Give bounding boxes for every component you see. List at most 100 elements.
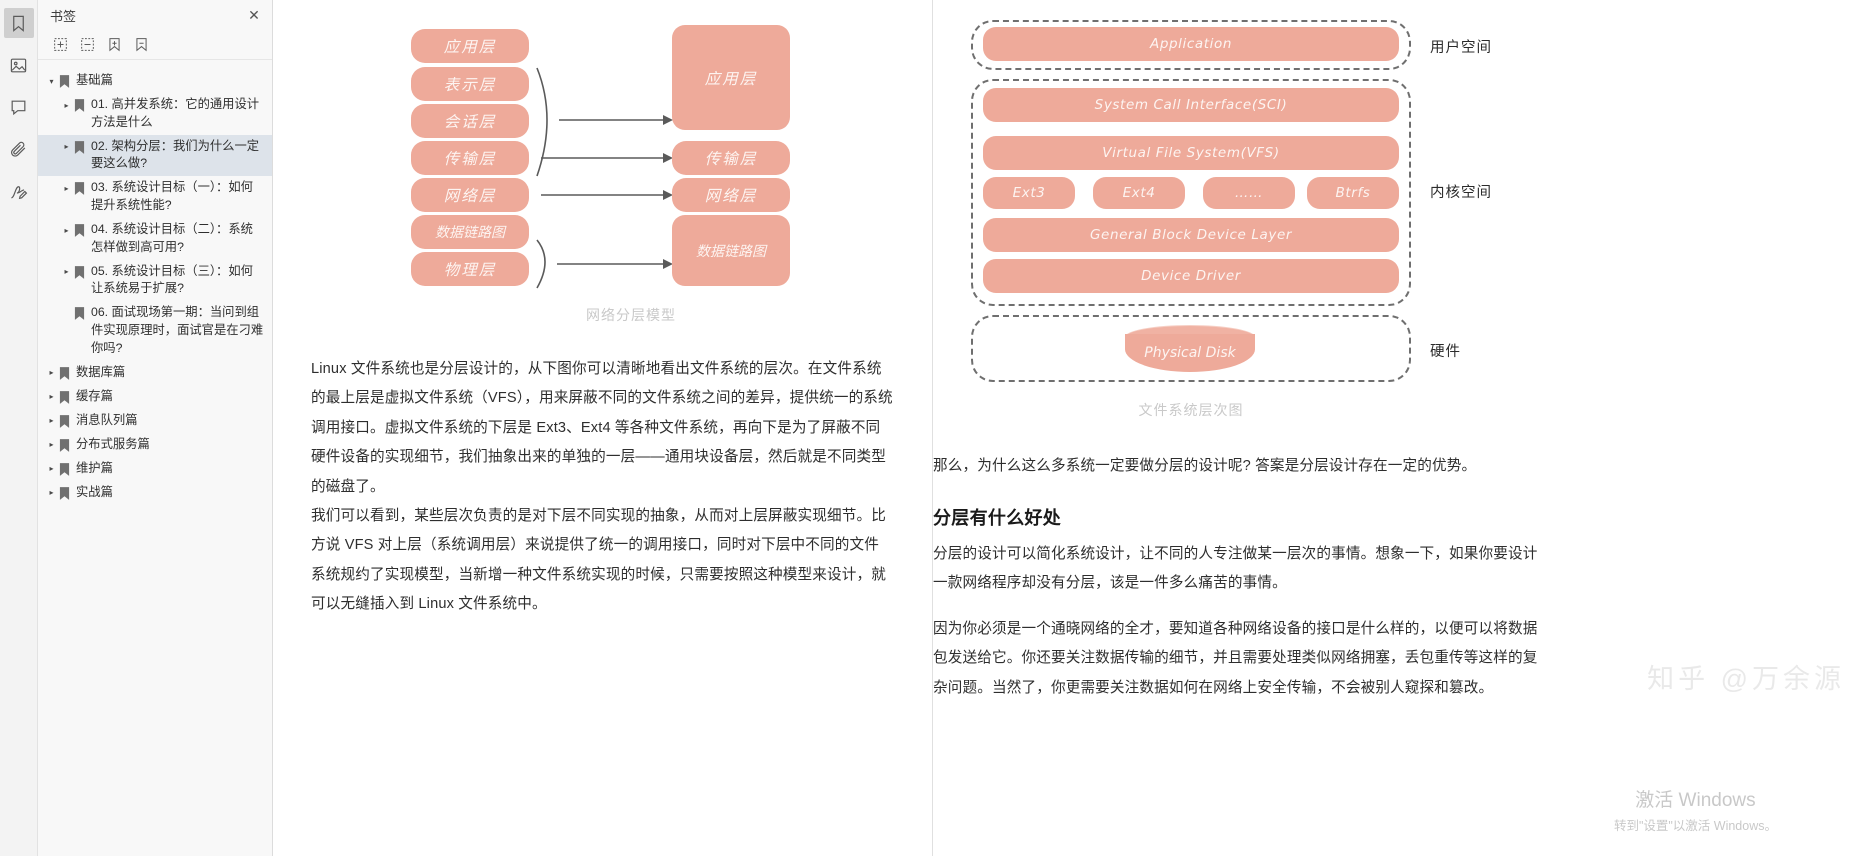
page-column-left: 应用层 表示层 会话层 传输层 网络层 数据链路图 物理层 应用层 传输层 网络…	[273, 0, 933, 856]
bookmark-icon	[72, 305, 87, 322]
thumbnails-icon[interactable]	[4, 50, 34, 80]
osi-layer-datalink: 数据链路图	[411, 215, 529, 249]
bookmark-item[interactable]: ▸06. 面试现场第一期：当问到组件实现原理时，面试官是在刁难你吗?	[38, 301, 272, 360]
page-column-right: Application System Call Interface(SCI) V…	[933, 0, 1869, 856]
osi-layer-transport: 传输层	[411, 141, 529, 175]
add-bookmark-button[interactable]	[105, 36, 123, 54]
twisty-icon[interactable]: ▸	[61, 222, 72, 239]
filesystem-layer-diagram: Application System Call Interface(SCI) V…	[933, 0, 1533, 418]
bookmark-icon	[72, 97, 87, 114]
bookmark-icon	[57, 413, 72, 430]
tcp-layer-application: 应用层	[672, 25, 790, 130]
attachment-icon[interactable]	[4, 134, 34, 164]
twisty-icon[interactable]: ▸	[46, 365, 57, 382]
bookmark-item[interactable]: ▸ 数据库篇	[38, 361, 272, 385]
delete-bookmark-button[interactable]	[132, 36, 150, 54]
fs-application-bar: Application	[983, 27, 1399, 61]
bookmark-item-label: 02. 架构分层：我们为什么一定要这么做?	[91, 138, 260, 171]
bookmark-item-label: 缓存篇	[76, 388, 113, 403]
twisty-icon[interactable]: ▸	[46, 437, 57, 454]
bookmark-item-label: 维护篇	[76, 460, 113, 475]
bookmark-item[interactable]: ▸ 04. 系统设计目标（二）：系统怎样做到高可用?	[38, 218, 272, 260]
twisty-icon[interactable]: ▸	[46, 485, 57, 502]
bookmark-item[interactable]: ▸ 维护篇	[38, 457, 272, 481]
comment-icon[interactable]	[4, 92, 34, 122]
bookmark-item-label: 05. 系统设计目标（三）：如何让系统易于扩展?	[91, 263, 253, 296]
fs-device-driver-bar: Device Driver	[983, 259, 1399, 293]
bookmark-item-label: 数据库篇	[76, 364, 126, 379]
bookmark-item[interactable]: ▸ 02. 架构分层：我们为什么一定要这么做?	[38, 134, 272, 177]
bookmark-item[interactable]: ▸ 实战篇	[38, 481, 272, 505]
osi-layer-physical: 物理层	[411, 252, 529, 286]
twisty-icon[interactable]: ▾	[46, 73, 57, 90]
bookmark-item[interactable]: ▸ 05. 系统设计目标（三）：如何让系统易于扩展?	[38, 260, 272, 302]
expand-all-button[interactable]	[51, 36, 69, 54]
sidebar-header: 书签 ✕	[38, 0, 272, 30]
paragraph-benefit: 分层的设计可以简化系统设计，让不同的人专注做某一层次的事情。想象一下，如果你要设…	[933, 540, 1538, 599]
bookmark-item[interactable]: ▸ 01. 高并发系统：它的通用设计方法是什么	[38, 93, 272, 135]
bookmark-item-label: 06. 面试现场第一期：当问到组件实现原理时，面试官是在刁难你吗?	[91, 305, 264, 355]
twisty-icon[interactable]: ▸	[61, 180, 72, 197]
bookmark-item-label: 消息队列篇	[76, 412, 138, 427]
sidebar-title: 书签	[50, 8, 77, 24]
twisty-icon[interactable]: ▸	[46, 413, 57, 430]
bookmark-item-label: 04. 系统设计目标（二）：系统怎样做到高可用?	[91, 221, 253, 254]
signature-icon[interactable]	[4, 176, 34, 206]
twisty-icon[interactable]: ▸	[46, 389, 57, 406]
bookmarks-sidebar: 书签 ✕ ▾ 基础篇 ▸ 01. 高并发系统：它的通用设计方法是什么 ▸ 02.…	[38, 0, 273, 856]
close-icon[interactable]: ✕	[246, 7, 262, 23]
osi-layer-presentation: 表示层	[411, 67, 529, 101]
bookmark-icon	[57, 461, 72, 478]
windows-activation-notice: 激活 Windows 转到"设置"以激活 Windows。	[1614, 785, 1777, 834]
bookmark-tree: ▾ 基础篇 ▸ 01. 高并发系统：它的通用设计方法是什么 ▸ 02. 架构分层：我们为什…	[38, 60, 272, 856]
osi-layer-network: 网络层	[411, 178, 529, 212]
bookmark-icon	[57, 73, 72, 90]
bookmark-item[interactable]: ▸ 消息队列篇	[38, 409, 272, 433]
bookmark-item-label: 03. 系统设计目标（一）：如何提升系统性能?	[91, 180, 253, 213]
sidebar-toolbar	[38, 30, 272, 60]
fs-ext3-bar: Ext3	[983, 177, 1075, 209]
label-user-space: 用户空间	[1430, 40, 1492, 56]
activation-subtitle: 转到"设置"以激活 Windows。	[1613, 819, 1777, 833]
bookmark-icon	[57, 485, 72, 502]
collapse-all-button[interactable]	[78, 36, 96, 54]
bookmark-item-label: 01. 高并发系统：它的通用设计方法是什么	[91, 97, 260, 129]
bookmark-icon	[57, 437, 72, 454]
bookmark-icon[interactable]	[3, 8, 34, 38]
bookmark-item-label: 基础篇	[76, 73, 113, 87]
bookmark-item-label: 分布式服务篇	[76, 436, 150, 451]
bookmark-icon	[72, 180, 87, 197]
tcp-layer-datalink: 数据链路图	[672, 215, 790, 286]
left-icon-rail	[0, 0, 38, 856]
pdf-reader-window: 书签 ✕ ▾ 基础篇 ▸ 01. 高并发系统：它的通用设计方法是什么 ▸ 02.…	[0, 0, 1869, 856]
bookmark-icon	[72, 222, 87, 239]
fs-vfs-bar: Virtual File System(VFS)	[983, 136, 1399, 170]
paragraph-abstraction: 我们可以看到，某些层次负责的是对下层不同实现的抽象，从而对上层屏蔽实现细节。比方…	[311, 508, 887, 613]
label-hardware: 硬件	[1430, 344, 1461, 360]
twisty-icon[interactable]: ▸	[61, 139, 72, 156]
bookmark-item-label: 实战篇	[76, 484, 113, 499]
twisty-icon[interactable]: ▸	[61, 97, 72, 114]
osi-layer-session: 会话层	[411, 104, 529, 138]
paragraph-network-expert: 因为你必须是一个通晓网络的全才，要知道各种网络设备的接口是什么样的，以便可以将数…	[933, 621, 1538, 696]
figure-caption-network: 网络分层模型	[586, 307, 676, 323]
bookmark-icon	[57, 389, 72, 406]
fs-ext4-bar: Ext4	[1093, 177, 1185, 209]
bookmark-item[interactable]: ▾ 基础篇	[38, 69, 272, 93]
tcp-layer-transport: 传输层	[672, 141, 790, 175]
paragraph-linux-fs: Linux 文件系统也是分层设计的，从下图你可以清晰地看出文件系统的层次。在文件…	[311, 361, 893, 495]
bookmark-item[interactable]: ▸ 分布式服务篇	[38, 433, 272, 457]
fs-sci-bar: System Call Interface(SCI)	[983, 88, 1399, 122]
bookmark-item[interactable]: ▸ 缓存篇	[38, 385, 272, 409]
twisty-icon[interactable]: ▸	[61, 264, 72, 281]
figure-caption-filesystem: 文件系统层次图	[1138, 402, 1244, 418]
network-layer-diagram: 应用层 表示层 会话层 传输层 网络层 数据链路图 物理层 应用层 传输层 网络…	[273, 0, 932, 340]
fs-ellipsis-bar: ……	[1203, 177, 1295, 209]
benefit-bold-text: 分层的设计可以简化系统设计，让不同的人专注做某一层次的事情。	[933, 546, 1376, 562]
bookmark-item[interactable]: ▸ 03. 系统设计目标（一）：如何提升系统性能?	[38, 176, 272, 218]
bookmark-icon	[72, 139, 87, 156]
activation-title: 激活 Windows	[1635, 790, 1756, 811]
fs-block-layer-bar: General Block Device Layer	[983, 218, 1399, 252]
paragraph-why-layered: 那么，为什么这么多系统一定要做分层的设计呢? 答案是分层设计存在一定的优势。	[933, 458, 1477, 474]
twisty-icon[interactable]: ▸	[46, 461, 57, 478]
